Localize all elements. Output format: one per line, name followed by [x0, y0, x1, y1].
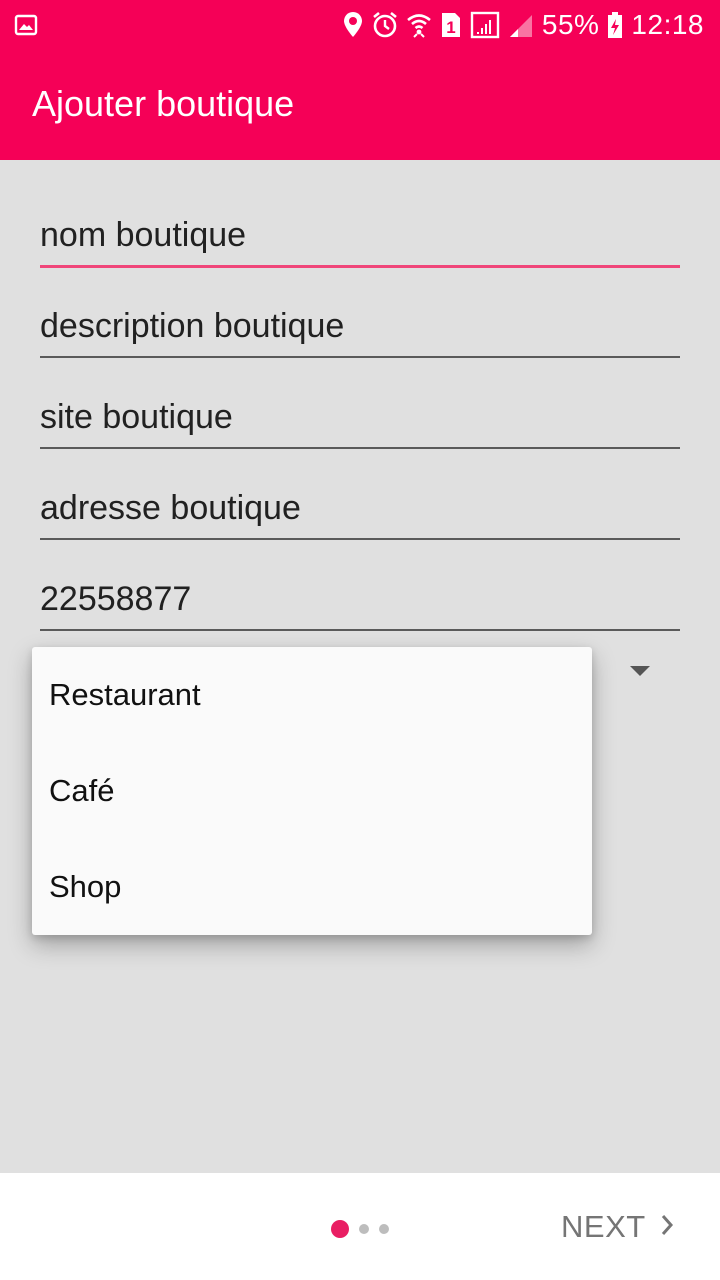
- signal-icon: [470, 11, 500, 39]
- gallery-icon: [14, 13, 38, 37]
- shop-phone-field[interactable]: 22558877: [40, 571, 680, 631]
- dropdown-option-cafe[interactable]: Café: [32, 743, 592, 839]
- page-title: Ajouter boutique: [32, 83, 295, 124]
- page-dot-active: [331, 1220, 349, 1238]
- app-bar: Ajouter boutique: [0, 50, 720, 160]
- signal-weak-icon: [508, 11, 534, 39]
- shop-description-field[interactable]: description boutique: [40, 298, 680, 358]
- next-label: NEXT: [561, 1209, 646, 1244]
- sim-slot-label: 1: [446, 18, 455, 37]
- sim-icon: 1: [440, 11, 462, 39]
- dropdown-option-shop[interactable]: Shop: [32, 839, 592, 935]
- wifi-icon: [406, 11, 432, 39]
- page-dot: [359, 1224, 369, 1234]
- alarm-icon: [372, 11, 398, 39]
- next-button[interactable]: NEXT: [561, 1209, 674, 1245]
- shop-website-field[interactable]: site boutique: [40, 389, 680, 449]
- shop-name-field[interactable]: nom boutique: [40, 208, 680, 268]
- chevron-down-icon[interactable]: [630, 666, 650, 676]
- page-dot: [379, 1224, 389, 1234]
- category-dropdown-menu: Restaurant Café Shop: [32, 647, 592, 935]
- status-bar: 1 55% 12:18: [0, 0, 720, 50]
- page-indicator: [331, 1220, 389, 1238]
- battery-charging-icon: [607, 11, 623, 39]
- location-icon: [342, 11, 364, 39]
- bottom-navigation-bar: NEXT: [0, 1173, 720, 1280]
- battery-percent: 55%: [541, 9, 600, 40]
- chevron-right-icon: [660, 1209, 674, 1245]
- shop-address-field[interactable]: adresse boutique: [40, 480, 680, 540]
- dropdown-option-restaurant[interactable]: Restaurant: [32, 647, 592, 743]
- clock: 12:18: [631, 9, 704, 40]
